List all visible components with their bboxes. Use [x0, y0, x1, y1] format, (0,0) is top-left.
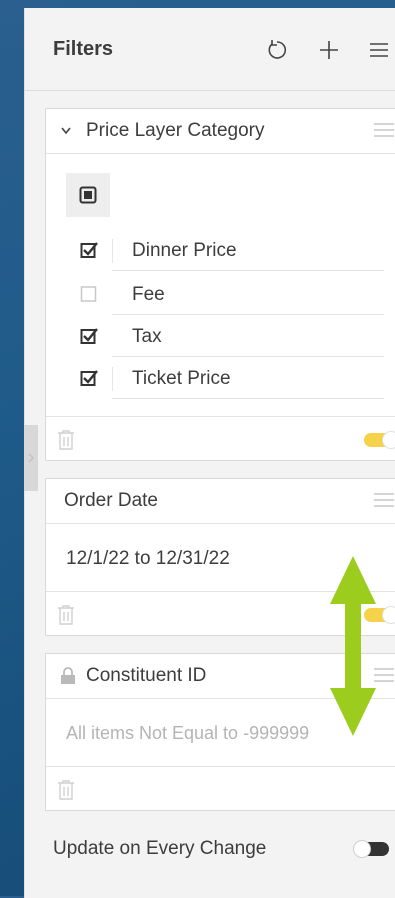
list-item-label: Ticket Price — [132, 368, 231, 389]
drag-handle-icon[interactable] — [374, 123, 394, 137]
price-layer-title: Price Layer Category — [86, 120, 265, 141]
checkbox-empty-icon[interactable] — [80, 285, 98, 303]
resize-arrow-icon — [330, 556, 376, 736]
list-item[interactable]: Ticket Price — [46, 357, 395, 399]
plus-icon[interactable] — [315, 36, 343, 64]
constituent-title: Constituent ID — [86, 665, 207, 686]
update-on-every-change-label: Update on Every Change — [53, 838, 267, 859]
list-item-label: Dinner Price — [132, 240, 237, 261]
order-date-card-header[interactable]: Order Date — [46, 479, 395, 524]
list-item[interactable]: Dinner Price — [46, 229, 395, 271]
chevron-down-icon[interactable] — [60, 126, 72, 136]
list-item[interactable]: Fee — [46, 273, 395, 315]
price-layer-card: Price Layer Category Dinner Price Fee Ta… — [45, 108, 395, 461]
select-all-checkbox[interactable] — [66, 173, 110, 217]
list-item[interactable]: Tax — [46, 315, 395, 357]
trash-icon[interactable] — [56, 429, 76, 451]
checkbox-checked-icon[interactable] — [80, 327, 98, 345]
list-item-label: Fee — [132, 284, 165, 305]
reset-icon[interactable] — [263, 36, 291, 64]
trash-icon[interactable] — [56, 604, 76, 626]
page-title: Filters — [53, 38, 114, 60]
constituent-value: All items Not Equal to -999999 — [66, 723, 310, 743]
update-on-every-change-toggle[interactable] — [353, 840, 389, 858]
filters-panel: Filters Price Layer Category Dinner Pric… — [24, 8, 395, 898]
checkbox-checked-icon[interactable] — [80, 369, 98, 387]
checkbox-checked-icon[interactable] — [80, 241, 98, 259]
divider — [112, 270, 384, 271]
filter-enabled-toggle[interactable] — [364, 431, 395, 449]
order-date-value[interactable]: 12/1/22 to 12/31/22 — [66, 548, 230, 570]
constituent-card-footer — [46, 766, 395, 811]
drag-handle-icon[interactable] — [374, 493, 394, 507]
divider — [112, 367, 113, 391]
trash-icon[interactable] — [56, 779, 76, 801]
menu-icon[interactable] — [365, 36, 393, 64]
list-item-label: Tax — [132, 326, 162, 347]
order-date-title: Order Date — [64, 490, 158, 511]
filters-header: Filters — [25, 8, 395, 91]
price-layer-card-header[interactable]: Price Layer Category — [46, 109, 395, 154]
panel-collapse-handle[interactable] — [24, 425, 38, 491]
price-layer-card-footer — [46, 416, 395, 461]
lock-icon — [61, 667, 75, 684]
divider — [112, 239, 113, 263]
divider — [112, 398, 384, 399]
